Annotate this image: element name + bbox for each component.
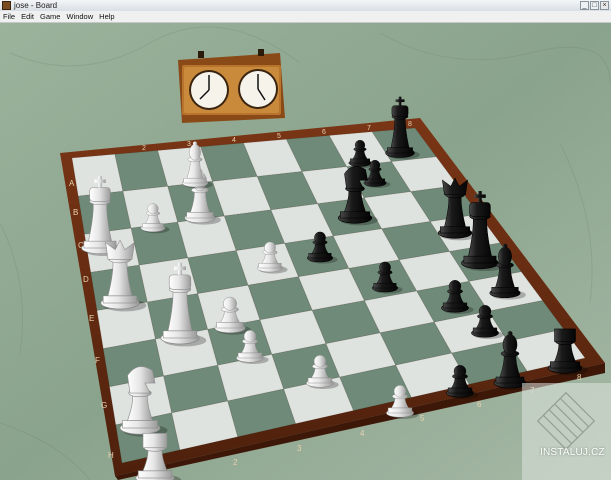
file-label-far-5: 5 xyxy=(277,133,281,140)
rank-label-h: H xyxy=(108,451,114,460)
watermark xyxy=(522,383,611,480)
file-label-far-7: 7 xyxy=(367,125,371,132)
menu-file[interactable]: File xyxy=(0,11,18,22)
menu-help[interactable]: Help xyxy=(96,11,117,22)
menu-bar: File Edit Game Window Help xyxy=(0,11,611,23)
chess-clock[interactable] xyxy=(178,49,285,123)
close-button[interactable]: × xyxy=(600,1,609,10)
file-label-near-6: 6 xyxy=(477,400,482,409)
file-label-near-2: 2 xyxy=(233,458,238,467)
minimize-button[interactable]: _ xyxy=(580,1,589,10)
file-label-far-3: 3 xyxy=(187,141,191,148)
window-title: jose - Board xyxy=(14,1,58,10)
menu-edit[interactable]: Edit xyxy=(18,11,37,22)
file-label-far-4: 4 xyxy=(232,137,236,144)
file-label-near-3: 3 xyxy=(297,444,302,453)
file-label-far-8: 8 xyxy=(408,121,412,128)
rank-label-g: G xyxy=(101,401,107,410)
chess-board-view[interactable]: A B C D E F G H 2 3 4 5 6 7 8 2 3 4 5 6 … xyxy=(0,23,611,480)
file-label-near-5: 5 xyxy=(420,414,425,423)
watermark-text: INSTALUJ.CZ xyxy=(540,447,605,458)
file-label-near-4: 4 xyxy=(360,429,365,438)
clock-face-right xyxy=(238,69,278,109)
menu-game[interactable]: Game xyxy=(37,11,63,22)
rank-label-e: E xyxy=(89,314,94,323)
rank-label-d: D xyxy=(83,275,89,284)
rank-label-a: A xyxy=(69,179,75,188)
file-label-far-2: 2 xyxy=(142,145,146,152)
rank-label-b: B xyxy=(73,208,78,217)
maximize-button[interactable]: □ xyxy=(590,1,599,10)
app-icon xyxy=(2,1,11,10)
file-label-far-6: 6 xyxy=(322,129,326,136)
menu-window[interactable]: Window xyxy=(63,11,96,22)
rank-label-f: F xyxy=(95,356,100,365)
clock-face-left xyxy=(189,70,229,110)
